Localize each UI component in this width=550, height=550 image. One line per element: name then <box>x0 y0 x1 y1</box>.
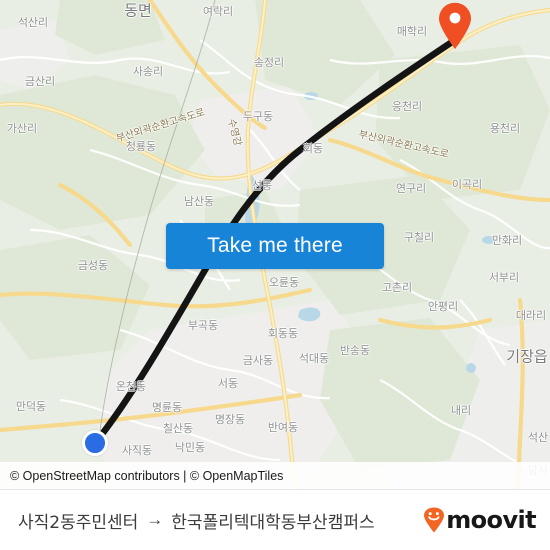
take-me-there-button[interactable]: Take me there <box>166 223 384 269</box>
trip-origin-label: 사직2동주민센터 <box>18 512 139 533</box>
trip-destination-label: 한국폴리텍대학동부산캠퍼스 <box>171 512 375 533</box>
trip-summary: 사직2동주민센터 → 한국폴리텍대학동부산캠퍼스 <box>18 508 375 533</box>
moovit-logo[interactable]: moovit <box>423 506 537 534</box>
moovit-pin-icon <box>424 507 445 533</box>
moovit-trip-screen: 석산리 동면 여락리 매학리 사송리 금산리 송정리 응천리 용천리 가산리 청룡동 두구동 금성동 남산… <box>0 0 550 550</box>
trip-footer: 사직2동주민센터 → 한국폴리텍대학동부산캠퍼스 moovit <box>0 489 550 550</box>
moovit-wordmark: moovit <box>446 506 536 534</box>
destination-marker[interactable] <box>437 2 473 50</box>
origin-marker[interactable] <box>82 430 108 456</box>
map-attribution-bar: © OpenStreetMap contributors | © OpenMap… <box>0 462 550 489</box>
map-canvas[interactable]: 석산리 동면 여락리 매학리 사송리 금산리 송정리 응천리 용천리 가산리 청룡동 두구동 금성동 남산… <box>0 0 550 489</box>
attribution-text[interactable]: © OpenStreetMap contributors | © OpenMap… <box>10 469 283 483</box>
map-pin-icon <box>439 2 471 50</box>
arrow-right-icon: → <box>146 510 164 529</box>
